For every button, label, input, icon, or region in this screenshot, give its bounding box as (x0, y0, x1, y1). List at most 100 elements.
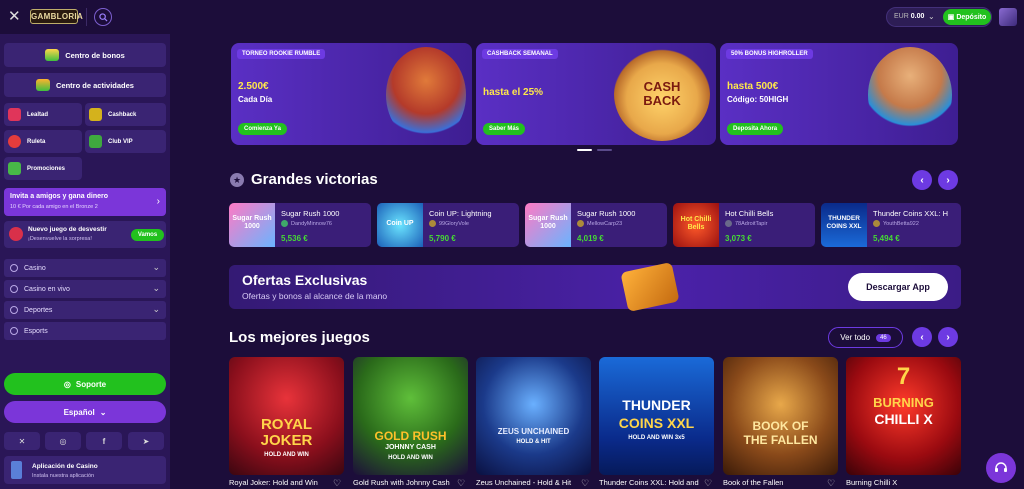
tile-club-vip[interactable]: Club VIP (85, 130, 166, 153)
big-win-card[interactable]: Sugar Rush 1000 Sugar Rush 1000 MellowCa… (525, 203, 667, 247)
heart-icon[interactable]: ♡ (827, 478, 835, 489)
promo-tag: TORNEO ROOKIE RUMBLE (237, 49, 326, 59)
game-name[interactable]: Zeus Unchained - Hold & Hit (476, 478, 576, 487)
game-card-thunder-coins[interactable]: THUNDER COINS XXL HOLD AND WIN 3x5 (599, 357, 714, 475)
win-username: 78AdroitTapir (735, 221, 768, 227)
win-amount: 5,790 € (429, 234, 456, 243)
vamos-button[interactable]: Vamos (131, 229, 164, 241)
game-art-tagline: CHILLI X (874, 411, 933, 427)
cashback-art-text: CASH BACK (643, 79, 681, 108)
promo-headline: hasta 500€ (727, 81, 779, 92)
unwrap-game-banner[interactable]: Nuevo juego de desvestir ¡Desenvuelve la… (4, 221, 166, 248)
chevron-down-icon: ⌄ (928, 12, 935, 21)
site-logo[interactable]: GAMBLORIA (30, 9, 83, 24)
facebook-button[interactable]: f (86, 432, 122, 450)
promo-tag: 50% BONUS HIGHROLLER (726, 49, 813, 59)
menu-casino-en-vivo[interactable]: Casino en vivo ⌄ (4, 280, 166, 298)
game-art-title: ZEUS UNCHAINED (497, 427, 570, 436)
game-name[interactable]: Royal Joker: Hold and Win (229, 478, 329, 487)
heart-icon[interactable]: ♡ (457, 478, 465, 489)
top-games-prev-button[interactable]: ‹ (912, 327, 932, 347)
promo-cta-button[interactable]: Comienza Ya (238, 123, 287, 135)
phone-icon (11, 461, 22, 479)
language-selector[interactable]: Español ⌄ (4, 401, 166, 423)
game-art-subtitle: BURNING (873, 395, 934, 410)
big-wins-prev-button[interactable]: ‹ (912, 170, 932, 190)
carousel-dot-active[interactable] (577, 149, 592, 151)
download-app-button[interactable]: Descargar App (848, 273, 948, 301)
game-art-subtitle: JOHNNY CASH (385, 444, 436, 451)
casino-app-banner[interactable]: Aplicación de Casino Instala nuestra apl… (4, 456, 166, 484)
tile-lealtad[interactable]: Lealtad (4, 103, 82, 126)
x-social-button[interactable]: ✕ (4, 432, 40, 450)
promo-headline: 2.500€ (238, 81, 269, 92)
game-art-tagline: HOLD AND WIN 3x5 (628, 435, 685, 441)
tile-promociones[interactable]: Promociones (4, 157, 82, 180)
telegram-icon: ➤ (142, 436, 150, 446)
support-button[interactable]: ◎ Soporte (4, 373, 166, 395)
promo-banner-rookie[interactable]: TORNEO ROOKIE RUMBLE 2.500€ Cada Día Com… (231, 43, 472, 145)
instagram-button[interactable]: ◎ (45, 432, 81, 450)
cashback-icon (89, 108, 102, 121)
heart-icon[interactable]: ♡ (333, 478, 341, 489)
thumb-text: Sugar Rush 1000 (232, 215, 272, 230)
menu-casino[interactable]: Casino ⌄ (4, 259, 166, 277)
big-win-card[interactable]: Hot Chilli Bells Hot Chilli Bells 78Adro… (673, 203, 815, 247)
view-all-button[interactable]: Ver todo 46 (828, 327, 903, 348)
headset-icon: ◎ (63, 379, 71, 389)
chevron-down-icon: ⌄ (152, 304, 160, 314)
win-username: MellowCarp23 (587, 221, 623, 227)
avatar[interactable] (999, 8, 1017, 26)
close-icon[interactable]: ✕ (8, 9, 21, 24)
game-name[interactable]: Gold Rush with Johnny Cash (353, 478, 453, 487)
tile-cashback[interactable]: Cashback (85, 103, 166, 126)
big-win-card[interactable]: THUNDER COINS XXL Thunder Coins XXL: H Y… (821, 203, 961, 247)
game-card-book-of-the-fallen[interactable]: BOOK OF THE FALLEN (723, 357, 838, 475)
chat-support-button[interactable] (986, 453, 1016, 483)
promo-cta-button[interactable]: Deposita Ahora (727, 123, 784, 135)
game-name[interactable]: Book of the Fallen (723, 478, 823, 487)
roulette-icon (8, 135, 21, 148)
big-win-card[interactable]: Sugar Rush 1000 Sugar Rush 1000 DandyMin… (229, 203, 371, 247)
user-icon (577, 220, 584, 227)
game-thumbnail: Coin UP (377, 203, 423, 247)
invite-friends-banner[interactable]: Invita a amigos y gana dinero 10 € Por c… (4, 188, 166, 216)
activity-icon (36, 79, 51, 91)
menu-deportes[interactable]: Deportes ⌄ (4, 301, 166, 319)
heart-icon[interactable]: ♡ (581, 478, 589, 489)
promo-banner-highroller[interactable]: 50% BONUS HIGHROLLER hasta 500€ Código: … (720, 43, 958, 145)
promo-tag: CASHBACK SEMANAL (482, 49, 558, 59)
promo-subline: Código: 50HIGH (727, 95, 789, 104)
win-amount: 4,019 € (577, 234, 604, 243)
top-games-next-button[interactable]: › (938, 327, 958, 347)
win-game-name: Thunder Coins XXL: H (873, 209, 949, 218)
sports-icon (10, 306, 18, 314)
search-button[interactable] (94, 8, 112, 26)
menu-esports[interactable]: Esports (4, 322, 166, 340)
game-name[interactable]: Burning Chilli X (846, 478, 946, 487)
deposit-button[interactable]: ▣ Depósito (943, 9, 991, 25)
game-card-burning-chilli[interactable]: 7 BURNING CHILLI X (846, 357, 961, 475)
promo-banner-cashback[interactable]: CASHBACK SEMANAL hasta el 25% Saber Más … (476, 43, 716, 145)
game-card-royal-joker[interactable]: ROYAL JOKER HOLD AND WIN (229, 357, 344, 475)
game-card-zeus-unchained[interactable]: ZEUS UNCHAINED HOLD & HIT (476, 357, 591, 475)
game-name[interactable]: Thunder Coins XXL: Hold and Win (599, 478, 699, 487)
game-art-title: THUNDER (622, 397, 691, 413)
bonus-center-button[interactable]: Centro de bonos (4, 43, 166, 67)
game-card-gold-rush[interactable]: GOLD RUSH JOHNNY CASH HOLD AND WIN (353, 357, 468, 475)
exclusive-offers-banner[interactable]: Ofertas Exclusivas Ofertas y bonos al al… (229, 262, 961, 312)
heart-icon[interactable]: ♡ (704, 478, 712, 489)
star-icon: ★ (230, 173, 244, 187)
vip-icon (89, 135, 102, 148)
carousel-dot[interactable] (597, 149, 612, 151)
activity-center-button[interactable]: Centro de actividades (4, 73, 166, 97)
chevron-left-icon: ‹ (920, 331, 924, 343)
tile-label: Promociones (27, 165, 66, 172)
big-win-card[interactable]: Coin UP Coin UP: Lightning 99GloryVole 5… (377, 203, 519, 247)
tile-ruleta[interactable]: Ruleta (4, 130, 82, 153)
win-game-name: Sugar Rush 1000 (281, 209, 340, 218)
promo-cta-button[interactable]: Saber Más (483, 123, 526, 135)
big-wins-next-button[interactable]: › (938, 170, 958, 190)
balance-text: EUR 0.00 (894, 13, 924, 20)
telegram-button[interactable]: ➤ (128, 432, 164, 450)
